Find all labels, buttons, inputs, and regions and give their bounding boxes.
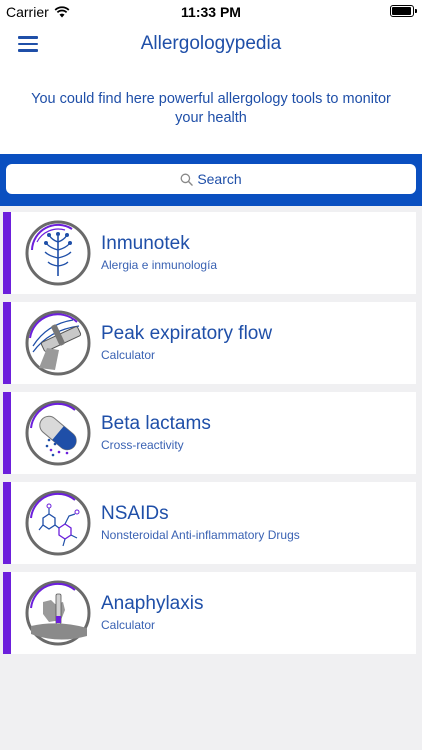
item-title: NSAIDs <box>101 503 169 524</box>
capsule-icon <box>25 400 91 466</box>
item-texts: Beta lactams Cross-reactivity <box>101 413 211 453</box>
item-texts: Peak expiratory flow Calculator <box>101 323 272 363</box>
peak-flow-meter-icon <box>25 310 91 376</box>
tool-list: Inmunotek Alergia e inmunología Peak exp… <box>0 206 422 654</box>
intro-text: You could find here powerful allergology… <box>31 91 391 126</box>
search-label: Search <box>197 171 242 187</box>
item-title: Beta lactams <box>101 413 211 434</box>
list-item-nsaids[interactable]: NSAIDs Nonsteroidal Anti-inflammatory Dr… <box>3 482 416 564</box>
item-texts: Anaphylaxis Calculator <box>101 593 203 633</box>
nav-bar: Allergologypedia <box>0 24 422 64</box>
accent-bar <box>3 212 11 294</box>
item-subtitle: Calculator <box>101 348 156 362</box>
intro-section: You could find here powerful allergology… <box>0 64 422 154</box>
search-input[interactable]: Search <box>6 164 416 194</box>
list-item-anaphylaxis[interactable]: Anaphylaxis Calculator <box>3 572 416 654</box>
item-texts: NSAIDs Nonsteroidal Anti-inflammatory Dr… <box>101 503 300 543</box>
item-subtitle: Alergia e inmunología <box>101 258 218 272</box>
accent-bar <box>3 392 11 474</box>
item-subtitle: Nonsteroidal Anti-inflammatory Drugs <box>101 528 300 542</box>
page-title: Allergologypedia <box>140 33 282 54</box>
item-subtitle: Cross-reactivity <box>101 438 184 452</box>
plant-icon <box>25 220 91 286</box>
search-band: Search <box>0 154 422 206</box>
status-right <box>390 5 417 17</box>
search-icon <box>180 173 194 186</box>
item-texts: Inmunotek Alergia e inmunología <box>101 233 217 273</box>
item-title: Anaphylaxis <box>101 593 204 614</box>
status-bar: Carrier 11:33 PM <box>0 0 422 24</box>
auto-injector-icon <box>25 580 91 646</box>
molecule-icon <box>25 490 91 556</box>
accent-bar <box>3 482 11 564</box>
list-item-peak-expiratory-flow[interactable]: Peak expiratory flow Calculator <box>3 302 416 384</box>
battery-icon <box>390 5 417 17</box>
accent-bar <box>3 302 11 384</box>
accent-bar <box>3 572 11 654</box>
list-item-beta-lactams[interactable]: Beta lactams Cross-reactivity <box>3 392 416 474</box>
list-item-inmunotek[interactable]: Inmunotek Alergia e inmunología <box>3 212 416 294</box>
status-time: 11:33 PM <box>181 4 241 20</box>
item-title: Inmunotek <box>101 233 190 254</box>
item-title: Peak expiratory flow <box>101 323 273 344</box>
item-subtitle: Calculator <box>101 618 156 632</box>
